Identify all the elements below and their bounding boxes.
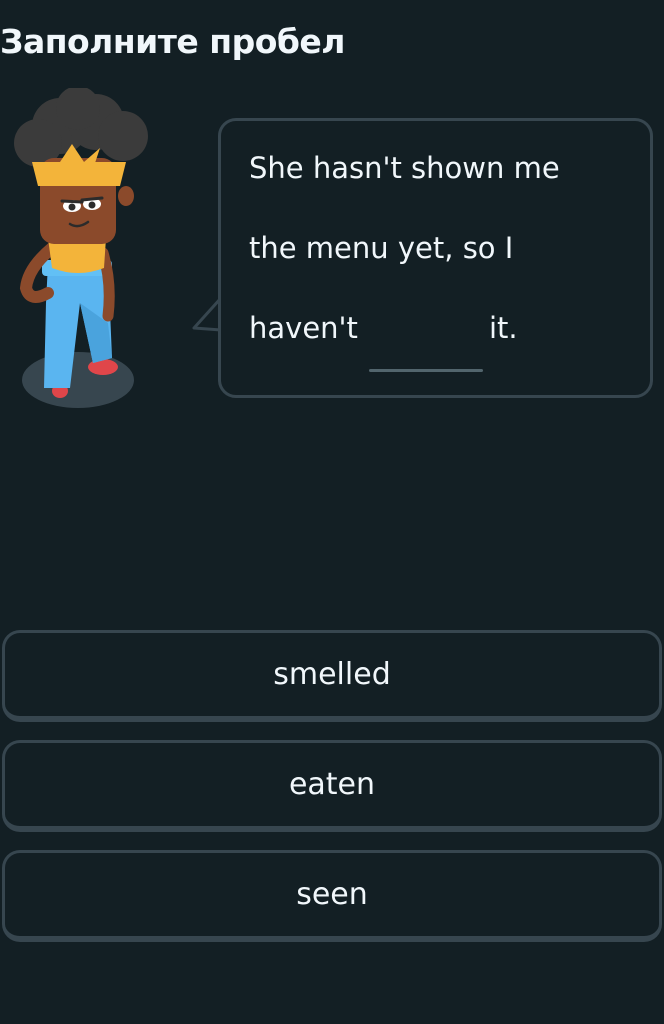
speech-bubble: She hasn't shown me the menu yet, so I h… bbox=[218, 118, 653, 398]
option-button-smelled[interactable]: smelled bbox=[2, 630, 662, 722]
prompt-line-2: the menu yet, so I bbox=[249, 231, 514, 265]
option-button-eaten[interactable]: eaten bbox=[2, 740, 662, 832]
option-label: smelled bbox=[273, 657, 391, 692]
page-title: Заполните пробел bbox=[0, 22, 345, 61]
exercise-screen: Заполните пробел She hasn't shown me the… bbox=[0, 0, 664, 1024]
prompt-line-3-start: haven't bbox=[249, 311, 358, 345]
option-label: seen bbox=[296, 877, 368, 912]
option-label: eaten bbox=[288, 767, 376, 802]
answer-blank[interactable] bbox=[369, 369, 483, 372]
prompt-line-1: She hasn't shown me bbox=[249, 151, 560, 185]
prompt-line-3-end: it. bbox=[489, 311, 518, 345]
option-button-seen[interactable]: seen bbox=[2, 850, 662, 942]
character-illustration bbox=[14, 88, 148, 408]
